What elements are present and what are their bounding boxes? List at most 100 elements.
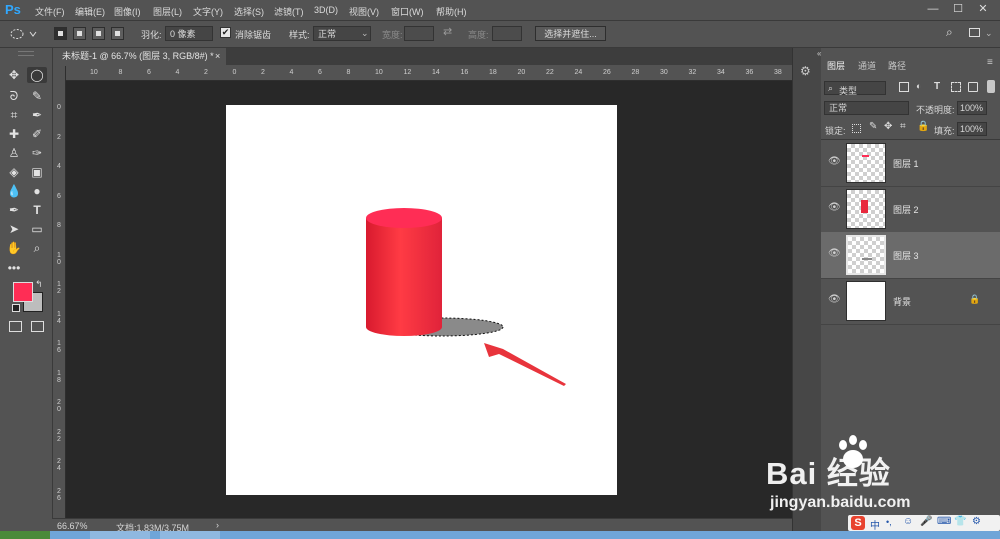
visibility-eye-icon[interactable]: 👁 <box>828 203 841 213</box>
search-icon[interactable]: ⌕ <box>946 25 953 40</box>
fill-input[interactable]: 100% <box>957 122 987 136</box>
menu-filter[interactable]: 滤镜(T) <box>274 5 304 18</box>
taskbar-app[interactable] <box>90 531 150 539</box>
ime-punctuation-icon[interactable]: •, <box>886 517 892 527</box>
visibility-eye-icon[interactable]: 👁 <box>828 295 841 305</box>
rectangle-tool-icon[interactable]: ▭ <box>27 221 47 237</box>
layer-row-3[interactable]: 👁 图层 3 <box>821 232 1000 279</box>
menu-select[interactable]: 选择(S) <box>234 5 264 18</box>
filter-smart-object-icon[interactable] <box>968 82 978 92</box>
gradient-tool-icon[interactable]: ▣ <box>27 164 47 180</box>
foreground-color-swatch[interactable] <box>13 282 33 302</box>
visibility-eye-icon[interactable]: 👁 <box>828 157 841 167</box>
menu-window[interactable]: 窗口(W) <box>391 5 424 18</box>
more-tools-icon[interactable]: ••• <box>4 260 24 276</box>
layer-row-1[interactable]: 👁 图层 1 <box>821 140 1000 187</box>
screen-mode-icon[interactable] <box>31 321 44 332</box>
healing-brush-tool-icon[interactable]: ✚ <box>4 126 24 142</box>
taskbar-app[interactable] <box>160 531 220 539</box>
menu-edit[interactable]: 编辑(E) <box>75 5 105 18</box>
clone-stamp-tool-icon[interactable]: ♙ <box>4 145 24 161</box>
menu-file[interactable]: 文件(F) <box>35 5 65 18</box>
lock-image-icon[interactable]: ✎ <box>869 121 877 132</box>
default-colors-icon[interactable] <box>12 304 20 312</box>
ime-emoji-icon[interactable]: ☺ <box>903 516 913 527</box>
menu-image[interactable]: 图像(I) <box>114 5 141 18</box>
close-tab-icon[interactable]: × <box>215 48 220 65</box>
toolbar-grip[interactable] <box>18 51 34 56</box>
eyedropper-tool-icon[interactable]: ✒ <box>27 107 47 123</box>
intersect-selection-icon[interactable] <box>111 27 124 40</box>
eraser-tool-icon[interactable]: ◈ <box>4 164 24 180</box>
zoom-tool-icon[interactable]: ⌕ <box>27 240 47 256</box>
elliptical-marquee-preset-icon[interactable] <box>8 27 40 41</box>
dodge-tool-icon[interactable]: ● <box>27 183 47 199</box>
visibility-eye-icon[interactable]: 👁 <box>828 249 841 259</box>
new-selection-icon[interactable] <box>54 27 67 40</box>
maximize-button[interactable]: ☐ <box>949 2 967 17</box>
tab-paths[interactable]: 路径 <box>888 59 906 72</box>
sogou-s-icon[interactable]: S <box>851 516 865 530</box>
crop-tool-icon[interactable]: ⌗ <box>4 107 24 123</box>
layer-row-2[interactable]: 👁 图层 2 <box>821 186 1000 233</box>
workspace-switcher-icon[interactable] <box>969 28 980 37</box>
menu-3d[interactable]: 3D(D) <box>314 5 338 15</box>
filter-type-icon[interactable]: T <box>934 81 940 92</box>
layer-name[interactable]: 图层 1 <box>893 157 919 170</box>
lock-transparent-icon[interactable] <box>852 124 861 133</box>
status-menu-arrow-icon[interactable]: › <box>216 520 219 530</box>
blend-mode-select[interactable]: 正常 <box>824 101 909 115</box>
filter-toggle-icon[interactable] <box>987 80 995 93</box>
layer-row-background[interactable]: 👁 背景 🔒 <box>821 278 1000 325</box>
blur-tool-icon[interactable]: 💧 <box>4 183 24 199</box>
zoom-level[interactable]: 66.67% <box>57 521 88 531</box>
layer-name[interactable]: 图层 3 <box>893 249 919 262</box>
close-window-button[interactable]: ✕ <box>974 2 992 17</box>
menu-type[interactable]: 文字(Y) <box>193 5 223 18</box>
lasso-tool-icon[interactable]: ᘐ <box>4 88 24 104</box>
ime-skin-icon[interactable]: 👕 <box>954 516 966 527</box>
swap-colors-icon[interactable]: ↰ <box>35 279 43 290</box>
subtract-selection-icon[interactable] <box>92 27 105 40</box>
width-input[interactable] <box>404 26 434 41</box>
hand-tool-icon[interactable]: ✋ <box>4 240 24 256</box>
document-canvas[interactable] <box>226 105 617 495</box>
filter-adjustment-icon[interactable]: ◐ <box>916 81 921 91</box>
quick-mask-icon[interactable] <box>9 321 22 332</box>
start-button[interactable] <box>0 531 50 539</box>
elliptical-marquee-tool-icon[interactable]: ◯ <box>27 67 47 83</box>
lock-all-icon[interactable]: 🔒 <box>917 121 929 132</box>
tab-channels[interactable]: 通道 <box>858 59 876 72</box>
minimize-button[interactable]: — <box>924 2 942 17</box>
layer-name[interactable]: 图层 2 <box>893 203 919 216</box>
move-tool-icon[interactable]: ✥ <box>4 67 24 83</box>
filter-pixel-icon[interactable] <box>899 82 909 92</box>
add-selection-icon[interactable] <box>73 27 86 40</box>
select-and-mask-button[interactable]: 选择并遮住... <box>535 26 606 41</box>
document-tab[interactable]: 未标题-1 @ 66.7% (图层 3, RGB/8#) * × <box>56 48 226 65</box>
filter-shape-icon[interactable] <box>951 82 961 92</box>
tab-layers[interactable]: 图层 <box>827 59 845 72</box>
menu-help[interactable]: 帮助(H) <box>436 5 467 18</box>
menu-view[interactable]: 视图(V) <box>349 5 379 18</box>
brush-tool-icon[interactable]: ✐ <box>27 126 47 142</box>
adjustments-panel-icon[interactable]: ⚙ <box>800 64 811 78</box>
pen-tool-icon[interactable]: ✒ <box>4 202 24 218</box>
workspace-chevron-down-icon[interactable]: ⌄ <box>985 28 993 39</box>
type-tool-icon[interactable]: T <box>27 202 47 218</box>
swap-dimensions-icon[interactable]: ⇄ <box>443 25 452 38</box>
panel-menu-icon[interactable]: ≡ <box>987 57 993 68</box>
layer-filter-select[interactable]: ⌕ 类型 <box>824 81 886 96</box>
lock-position-icon[interactable]: ✥ <box>884 121 892 132</box>
ime-language-label[interactable]: 中 <box>870 517 880 532</box>
menu-layer[interactable]: 图层(L) <box>153 5 182 18</box>
lock-artboard-icon[interactable]: ⌗ <box>900 121 906 132</box>
path-selection-tool-icon[interactable]: ➤ <box>4 221 24 237</box>
ime-voice-icon[interactable]: 🎤 <box>920 516 932 527</box>
feather-input[interactable]: 0 像素 <box>165 26 213 41</box>
history-brush-tool-icon[interactable]: ✑ <box>27 145 47 161</box>
height-input[interactable] <box>492 26 522 41</box>
opacity-input[interactable]: 100% <box>957 101 987 115</box>
magic-wand-tool-icon[interactable]: ✎ <box>27 88 47 104</box>
ime-toolbox-icon[interactable]: ⚙ <box>972 516 981 527</box>
